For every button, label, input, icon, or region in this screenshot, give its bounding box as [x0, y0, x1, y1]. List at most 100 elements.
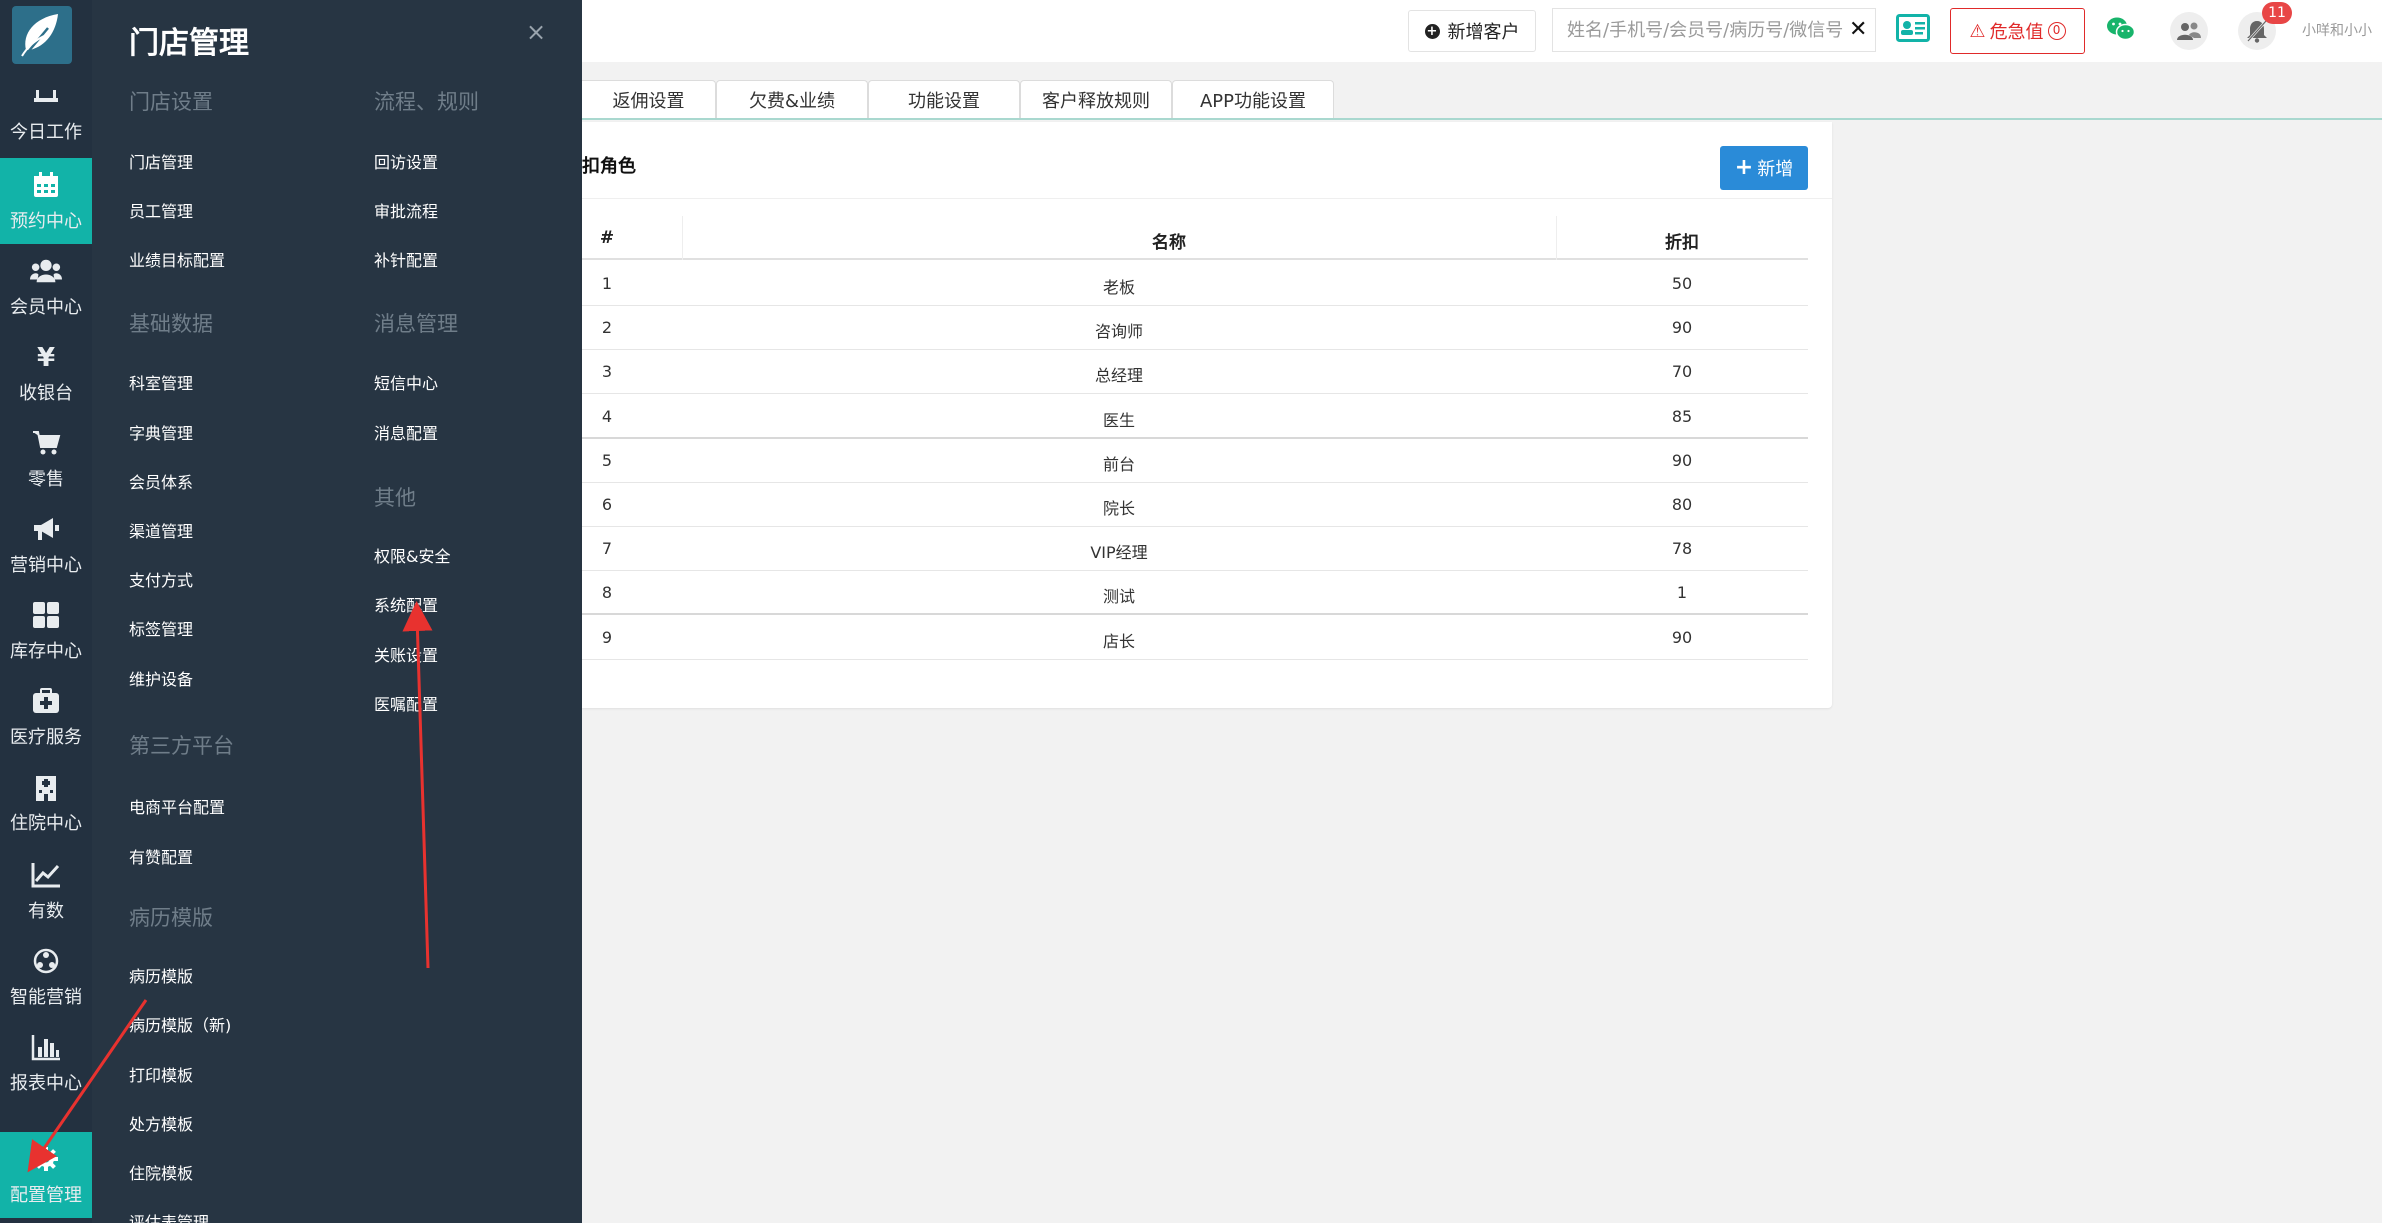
cell-discount: 80 — [1671, 495, 1693, 514]
user-group-icon[interactable] — [2170, 12, 2208, 50]
rail-item-label: 会员中心 — [10, 297, 82, 318]
rail-item-cart[interactable]: 零售 — [0, 416, 92, 502]
user-name[interactable]: 小咩和小小 — [2302, 20, 2372, 40]
table-row[interactable]: 3 总经理 70 — [582, 350, 1808, 395]
menu-link[interactable]: 病历模版（新) — [129, 1012, 231, 1036]
cell-discount: 90 — [1671, 450, 1693, 470]
tab-commission[interactable]: 返佣设置 — [582, 80, 716, 118]
grid-icon — [30, 599, 62, 631]
bar-chart-icon — [30, 1031, 62, 1063]
tab-underline — [582, 118, 2382, 120]
rail-item-line-chart[interactable]: 有数 — [0, 848, 92, 934]
table-row[interactable]: 9 店长 90 — [582, 616, 1808, 660]
rail-item-grid[interactable]: 库存中心 — [0, 588, 92, 674]
cell-name: 前台 — [1102, 454, 1135, 474]
menu-link[interactable]: 消息配置 — [374, 420, 438, 444]
plus-icon: + — [1734, 155, 1754, 180]
menu-link[interactable]: 权限&安全 — [374, 543, 450, 567]
menu-link[interactable]: 渠道管理 — [129, 518, 193, 542]
cell-name: VIP经理 — [1090, 543, 1148, 563]
menu-link[interactable]: 处方模板 — [129, 1111, 193, 1135]
rail-item-users[interactable]: 会员中心 — [0, 244, 92, 330]
rail-item-calendar[interactable]: 预约中心 — [0, 158, 92, 244]
cell-discount: 90 — [1671, 318, 1693, 338]
line-chart-icon — [30, 859, 62, 891]
tab-customer-release-rules[interactable]: 客户释放规则 — [1020, 80, 1172, 118]
table-row[interactable]: 4 医生 85 — [582, 395, 1808, 439]
panel-divider — [582, 198, 1832, 199]
menu-section-heading: 第三方平台 — [129, 734, 234, 758]
id-card-icon[interactable] — [1896, 14, 1930, 46]
search-input[interactable] — [1553, 9, 1843, 51]
rail-item-hospital[interactable]: 住院中心 — [0, 760, 92, 846]
rail-item-label: 零售 — [28, 469, 64, 490]
menu-link[interactable]: 会员体系 — [129, 469, 193, 493]
menu-link[interactable]: 补针配置 — [374, 247, 438, 271]
col-header-name: 名称 — [1152, 233, 1186, 253]
menu-link[interactable]: 评估表管理 — [129, 1209, 209, 1223]
menu-link[interactable]: 门店管理 — [129, 149, 193, 173]
critical-value-count: 0 — [2047, 22, 2066, 40]
add-new-button[interactable]: + 新增 — [1720, 146, 1808, 190]
menu-link[interactable]: 打印模板 — [129, 1062, 193, 1086]
menu-link[interactable]: 科室管理 — [129, 370, 193, 394]
tab-feature-settings[interactable]: 功能设置 — [868, 80, 1020, 118]
medkit-icon — [30, 685, 62, 717]
tab-app-settings[interactable]: APP功能设置 — [1172, 80, 1334, 118]
table-row[interactable]: 2 咨询师 90 — [582, 306, 1808, 351]
critical-value-button[interactable]: ⚠ 危急值 0 — [1950, 8, 2085, 54]
cell-discount: 1 — [1676, 583, 1688, 603]
col-header-discount: 折扣 — [1665, 233, 1699, 253]
menu-link[interactable]: 医嘱配置 — [374, 691, 438, 715]
menu-link[interactable]: 员工管理 — [129, 198, 193, 222]
table-row[interactable]: 7 VIP经理 78 — [582, 527, 1808, 572]
menu-link[interactable]: 病历模版 — [129, 963, 193, 987]
menu-section-heading: 基础数据 — [129, 312, 213, 336]
app-logo[interactable] — [12, 6, 72, 64]
rail-item-label: 营销中心 — [10, 555, 82, 576]
rail-item-label: 今日工作 — [10, 122, 82, 143]
menu-link[interactable]: 标签管理 — [129, 616, 193, 640]
add-customer-button[interactable]: + 新增客户 — [1408, 10, 1536, 52]
rail-item-network[interactable]: 智能营销 — [0, 934, 92, 1020]
cell-name: 院长 — [1102, 499, 1135, 518]
menu-link[interactable]: 业绩目标配置 — [129, 247, 225, 271]
table-row[interactable]: 6 院长 80 — [582, 483, 1808, 527]
cell-name: 咨询师 — [1094, 322, 1143, 342]
menu-link[interactable]: 维护设备 — [129, 666, 193, 690]
menu-link[interactable]: 有赞配置 — [129, 844, 193, 868]
menu-link[interactable]: 系统配置 — [374, 592, 438, 616]
rail-item-bar-chart[interactable]: 报表中心 — [0, 1020, 92, 1106]
rail-item-medkit[interactable]: 医疗服务 — [0, 674, 92, 760]
tab-arrears-performance[interactable]: 欠费&业绩 — [716, 80, 868, 118]
rail-item-gear[interactable]: 配置管理 — [0, 1132, 92, 1218]
table-row[interactable]: 8 测试 1 — [582, 571, 1808, 616]
menu-link[interactable]: 支付方式 — [129, 567, 193, 591]
notification-badge: 11 — [2262, 2, 2292, 24]
menu-section-heading: 门店设置 — [129, 90, 213, 114]
menu-link[interactable]: 字典管理 — [129, 420, 193, 444]
rail-item-yen[interactable]: ¥ 收银台 — [0, 330, 92, 416]
menu-link[interactable]: 电商平台配置 — [129, 794, 225, 818]
wechat-icon[interactable] — [2106, 16, 2136, 46]
search-box: ✕ — [1552, 8, 1876, 52]
table-row[interactable]: 1 老板 50 — [582, 262, 1808, 306]
calendar-icon — [30, 169, 62, 201]
panel-title: 扣角色 — [582, 156, 636, 177]
cell-discount: 70 — [1671, 362, 1693, 382]
rail-item-megaphone[interactable]: 营销中心 — [0, 502, 92, 588]
menu-link[interactable]: 住院模板 — [129, 1160, 193, 1184]
rail-item-desk[interactable]: 今日工作 — [0, 70, 92, 154]
cell-discount: 85 — [1671, 406, 1693, 426]
menu-link[interactable]: 短信中心 — [374, 370, 438, 394]
table-row[interactable]: 5 前台 90 — [582, 439, 1808, 483]
close-icon[interactable]: × — [526, 18, 546, 46]
menu-link[interactable]: 关账设置 — [374, 642, 438, 666]
clear-search-icon[interactable]: ✕ — [1849, 17, 1867, 42]
menu-title: 门店管理 — [129, 26, 249, 61]
menu-link[interactable]: 审批流程 — [374, 198, 438, 222]
menu-link[interactable]: 回访设置 — [374, 149, 438, 173]
menu-section-heading: 流程、规则 — [374, 90, 479, 114]
add-customer-label: 新增客户 — [1447, 22, 1520, 43]
cell-index: 8 — [601, 583, 613, 603]
